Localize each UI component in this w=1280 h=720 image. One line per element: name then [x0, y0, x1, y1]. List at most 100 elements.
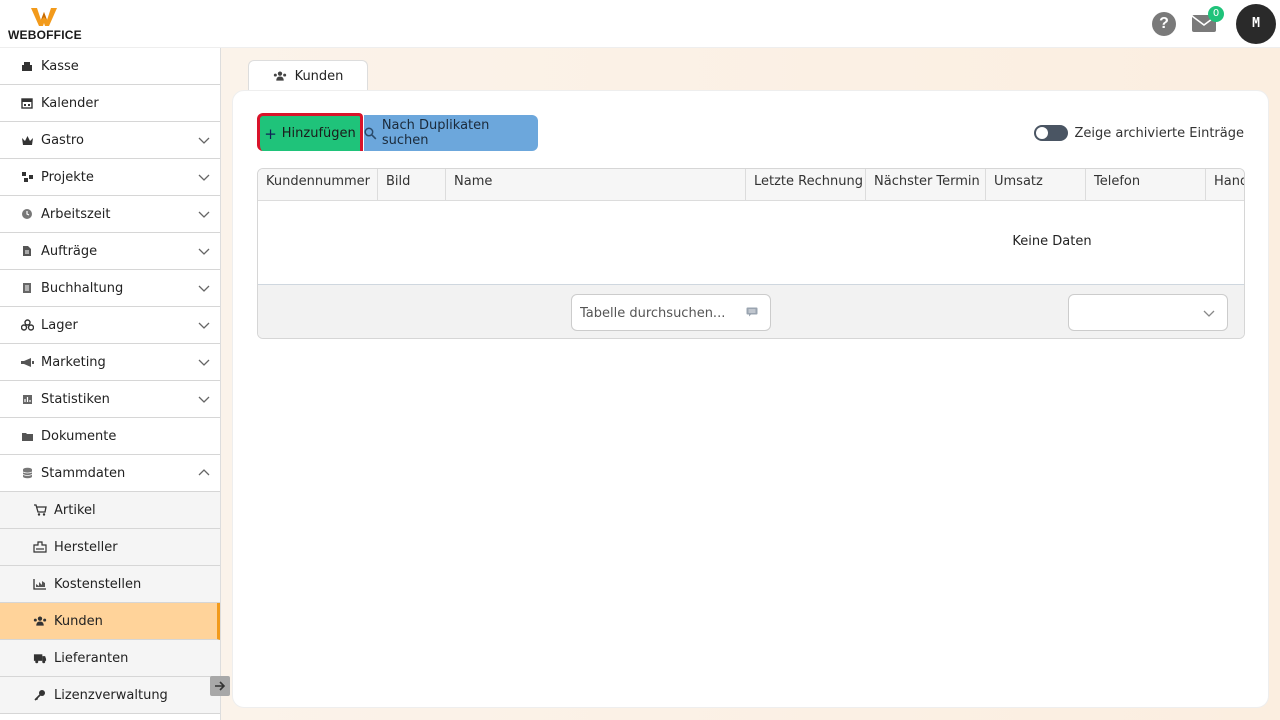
clock-icon [20, 207, 34, 221]
database-icon [20, 466, 34, 480]
chevron-down-icon [198, 285, 210, 292]
crown-icon [20, 133, 34, 147]
arrow-right-icon [215, 681, 226, 691]
chevron-down-icon [198, 211, 210, 218]
sidebar-item-projekte[interactable]: Projekte [0, 159, 220, 196]
column-header-umsatz[interactable]: Umsatz [986, 169, 1086, 201]
top-header: WEBOFFICE ? 0 M [0, 0, 1280, 48]
chevron-down-icon [198, 359, 210, 366]
chevron-down-icon [198, 248, 210, 255]
add-button[interactable]: + Hinzufügen [257, 113, 363, 151]
sidebar-subitem-label: Lieferanten [54, 650, 129, 666]
archive-toggle-group: Zeige archivierte Einträge [1034, 125, 1244, 141]
column-header-kundennummer[interactable]: Kundennummer [258, 169, 378, 201]
sidebar-item-gastro[interactable]: Gastro [0, 122, 220, 159]
calendar-icon [20, 96, 34, 110]
sidebar-item-label: Projekte [41, 169, 94, 185]
column-header-letzte-rechnung[interactable]: Letzte Rechnung [746, 169, 866, 201]
cart-icon [33, 503, 47, 517]
folder-icon [20, 429, 34, 443]
weboffice-logo[interactable]: WEBOFFICE [8, 6, 84, 42]
sidebar-collapse-button[interactable] [210, 676, 230, 696]
sidebar-subitem-label: Artikel [54, 502, 96, 518]
column-header-telefon[interactable]: Telefon [1086, 169, 1206, 201]
sidebar-subitem-label: Kostenstellen [54, 576, 142, 592]
archive-toggle-label: Zeige archivierte Einträge [1074, 125, 1244, 141]
sidebar-subitem-label: Kunden [54, 613, 103, 629]
sidebar-item-lager[interactable]: Lager [0, 307, 220, 344]
add-button-label: Hinzufügen [281, 126, 356, 141]
sidebar-subitem-label: Hersteller [54, 539, 118, 555]
plus-icon: + [264, 124, 277, 143]
sidebar: Kasse Kalender Gastro Projekte Arbeitsze… [0, 48, 221, 720]
truck-icon [33, 651, 47, 665]
sidebar-subitem-label: Lizenzverwaltung [54, 687, 168, 703]
user-avatar[interactable]: M [1236, 4, 1276, 44]
empty-table-message: Keine Daten [1012, 234, 1092, 249]
customers-table: Kundennummer Bild Name Letzte Rechnung N… [257, 168, 1245, 339]
sidebar-item-auftraege[interactable]: Aufträge [0, 233, 220, 270]
sidebar-item-label: Dokumente [41, 428, 117, 444]
chevron-down-icon [198, 322, 210, 329]
column-header-name[interactable]: Name [446, 169, 746, 201]
sidebar-item-kalender[interactable]: Kalender [0, 85, 220, 122]
sidebar-subitem-hersteller[interactable]: Hersteller [0, 529, 220, 566]
sidebar-subitem-lizenzverwaltung[interactable]: Lizenzverwaltung [0, 677, 220, 714]
megaphone-icon [20, 355, 34, 369]
cost-chart-icon [33, 577, 47, 591]
users-icon [33, 614, 47, 628]
key-icon [33, 688, 47, 702]
tab-label: Kunden [294, 68, 344, 84]
chevron-up-icon [198, 469, 210, 476]
sidebar-item-kasse[interactable]: Kasse [0, 48, 220, 85]
column-header-naechster-termin[interactable]: Nächster Termin [866, 169, 986, 201]
comment-icon [746, 307, 758, 317]
content-card: + Hinzufügen Nach Duplikaten suchen Zeig… [232, 90, 1269, 708]
column-header-bild[interactable]: Bild [378, 169, 446, 201]
cash-register-icon [20, 59, 34, 73]
sidebar-item-label: Buchhaltung [41, 280, 124, 296]
sidebar-item-arbeitszeit[interactable]: Arbeitszeit [0, 196, 220, 233]
chevron-down-icon [198, 396, 210, 403]
sidebar-item-label: Lager [41, 317, 78, 333]
sidebar-item-statistiken[interactable]: Statistiken [0, 381, 220, 418]
mail-count-badge: 0 [1208, 6, 1224, 22]
logo-text: WEBOFFICE [8, 28, 82, 42]
logo-mark-icon [31, 8, 57, 26]
chevron-down-icon [198, 137, 210, 144]
users-icon [273, 71, 286, 81]
sidebar-item-marketing[interactable]: Marketing [0, 344, 220, 381]
find-duplicates-label: Nach Duplikaten suchen [381, 118, 490, 148]
sidebar-item-buchhaltung[interactable]: Buchhaltung [0, 270, 220, 307]
sidebar-subitem-kostenstellen[interactable]: Kostenstellen [0, 566, 220, 603]
project-nodes-icon [20, 170, 34, 184]
find-duplicates-button[interactable]: Nach Duplikaten suchen [364, 115, 538, 151]
table-search-box [571, 294, 771, 331]
search-icon [364, 127, 377, 139]
sidebar-item-label: Statistiken [41, 391, 110, 407]
sidebar-item-label: Marketing [41, 354, 106, 370]
chevron-down-icon [1203, 310, 1215, 317]
sidebar-subitem-kunden[interactable]: Kunden [0, 603, 220, 640]
sidebar-subitem-lieferanten[interactable]: Lieferanten [0, 640, 220, 677]
sidebar-item-label: Stammdaten [41, 465, 126, 481]
table-header: Kundennummer Bild Name Letzte Rechnung N… [258, 169, 1244, 201]
help-button[interactable]: ? [1152, 12, 1176, 36]
sidebar-item-label: Arbeitszeit [41, 206, 111, 222]
sidebar-subitem-artikel[interactable]: Artikel [0, 492, 220, 529]
archive-toggle[interactable] [1034, 125, 1069, 141]
chevron-down-icon [198, 174, 210, 181]
main-content: Kunden + Hinzufügen Nach Duplikaten such… [221, 48, 1280, 720]
ledger-icon [20, 281, 34, 295]
document-icon [20, 244, 34, 258]
tab-kunden[interactable]: Kunden [248, 60, 368, 91]
column-header-hand[interactable]: Hand [1206, 169, 1244, 201]
sidebar-item-label: Kasse [41, 58, 79, 74]
boxes-icon [20, 318, 34, 332]
sidebar-item-dokumente[interactable]: Dokumente [0, 418, 220, 455]
sidebar-item-stammdaten[interactable]: Stammdaten [0, 455, 220, 492]
page-size-select[interactable] [1068, 294, 1228, 331]
factory-icon [33, 540, 47, 554]
sidebar-item-label: Aufträge [41, 243, 98, 259]
table-search-input[interactable] [580, 303, 740, 323]
